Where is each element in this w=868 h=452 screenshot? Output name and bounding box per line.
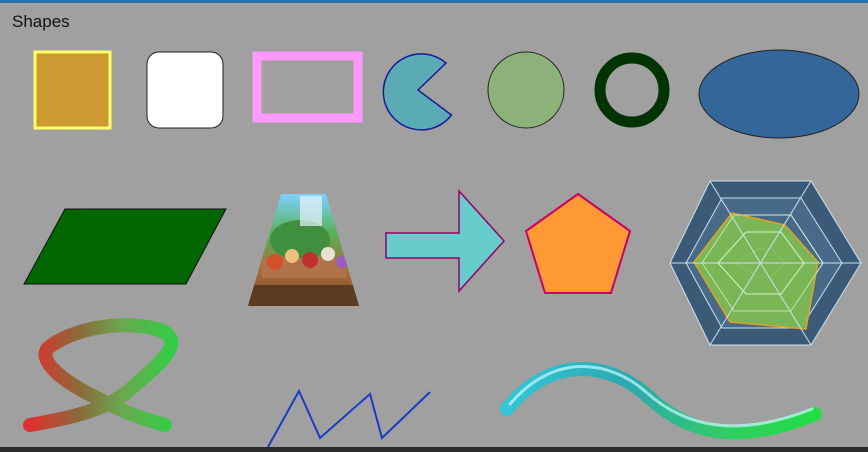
rounded-square-shape[interactable] xyxy=(146,51,224,129)
zigzag-line-shape[interactable] xyxy=(267,388,431,448)
ellipse-shape[interactable] xyxy=(698,49,860,139)
glossy-wave-shape[interactable] xyxy=(500,362,822,440)
circle-shape[interactable] xyxy=(487,51,565,129)
radar-hexagon-shape[interactable] xyxy=(669,180,862,346)
pentagon-shape[interactable] xyxy=(524,192,632,294)
image-trapezoid-shape[interactable] xyxy=(248,194,359,306)
window-bottom-border xyxy=(0,447,868,452)
gradient-loop-stroke-shape[interactable] xyxy=(23,318,179,432)
arrow-right-shape[interactable] xyxy=(385,189,506,293)
pink-rectangle-outline-shape[interactable] xyxy=(252,51,363,123)
ring-shape[interactable] xyxy=(594,52,670,128)
shapes-canvas xyxy=(23,49,862,448)
pie-pacman-shape[interactable] xyxy=(382,53,453,131)
parallelogram-shape[interactable] xyxy=(23,208,227,285)
square-shape[interactable] xyxy=(33,50,112,130)
